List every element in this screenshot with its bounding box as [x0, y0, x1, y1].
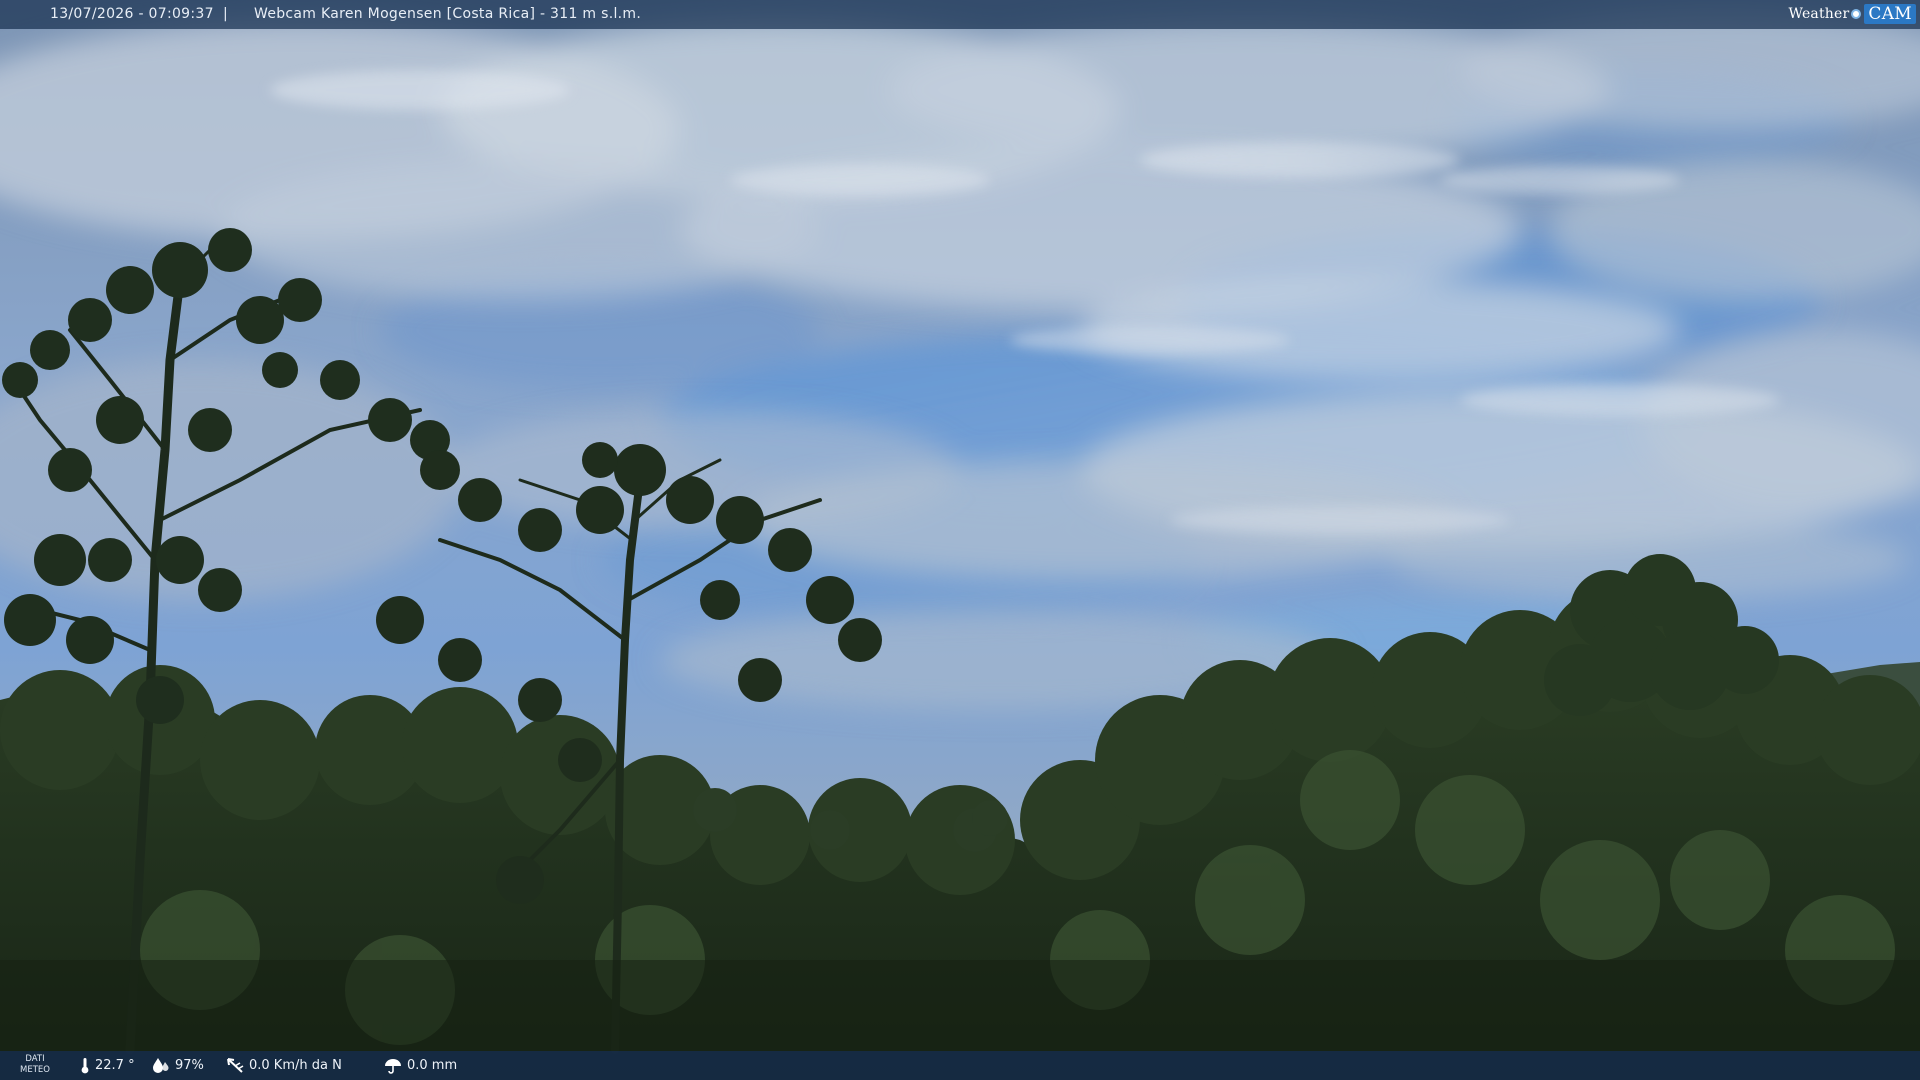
webcam-image	[0, 0, 1920, 1080]
wind-value: 0.0 Km/h da N	[249, 1058, 342, 1073]
thermometer-icon	[81, 1058, 89, 1074]
weather-label-line2: METEO	[20, 1065, 50, 1075]
wind-readout: 0.0 Km/h da N	[226, 1057, 342, 1074]
humidity-readout: 97%	[152, 1057, 204, 1073]
logo-dot-icon	[1851, 9, 1862, 19]
temperature-value: 22.7 °	[95, 1058, 135, 1073]
logo-text-cam: CAM	[1864, 4, 1916, 24]
wind-icon	[227, 1058, 244, 1073]
logo-text-weather: Weather	[1788, 6, 1850, 22]
rain-readout: 0.0 mm	[384, 1057, 457, 1074]
webcam-frame: 13/07/2026 - 07:09:37 | Webcam Karen Mog…	[0, 0, 1920, 1080]
webcam-caption: Webcam Karen Mogensen [Costa Rica] - 311…	[254, 6, 642, 22]
weather-data-bar: DATI METEO 22.7 ° 97% 0.0 Km/h da N 0.0 …	[0, 1051, 1920, 1080]
temperature-readout: 22.7 °	[80, 1057, 135, 1074]
rain-icon	[385, 1059, 401, 1074]
top-info-bar: 13/07/2026 - 07:09:37 | Webcam Karen Mog…	[0, 0, 1920, 29]
humidity-value: 97%	[175, 1057, 204, 1073]
timestamp: 13/07/2026 - 07:09:37	[50, 6, 214, 22]
rain-value: 0.0 mm	[407, 1058, 458, 1073]
separator: |	[223, 6, 229, 22]
weather-label-line1: DATI	[25, 1054, 45, 1064]
weathercam-logo: Weather CAM	[1788, 2, 1916, 26]
humidity-icon	[153, 1058, 169, 1073]
weather-label: DATI METEO	[12, 1054, 58, 1076]
